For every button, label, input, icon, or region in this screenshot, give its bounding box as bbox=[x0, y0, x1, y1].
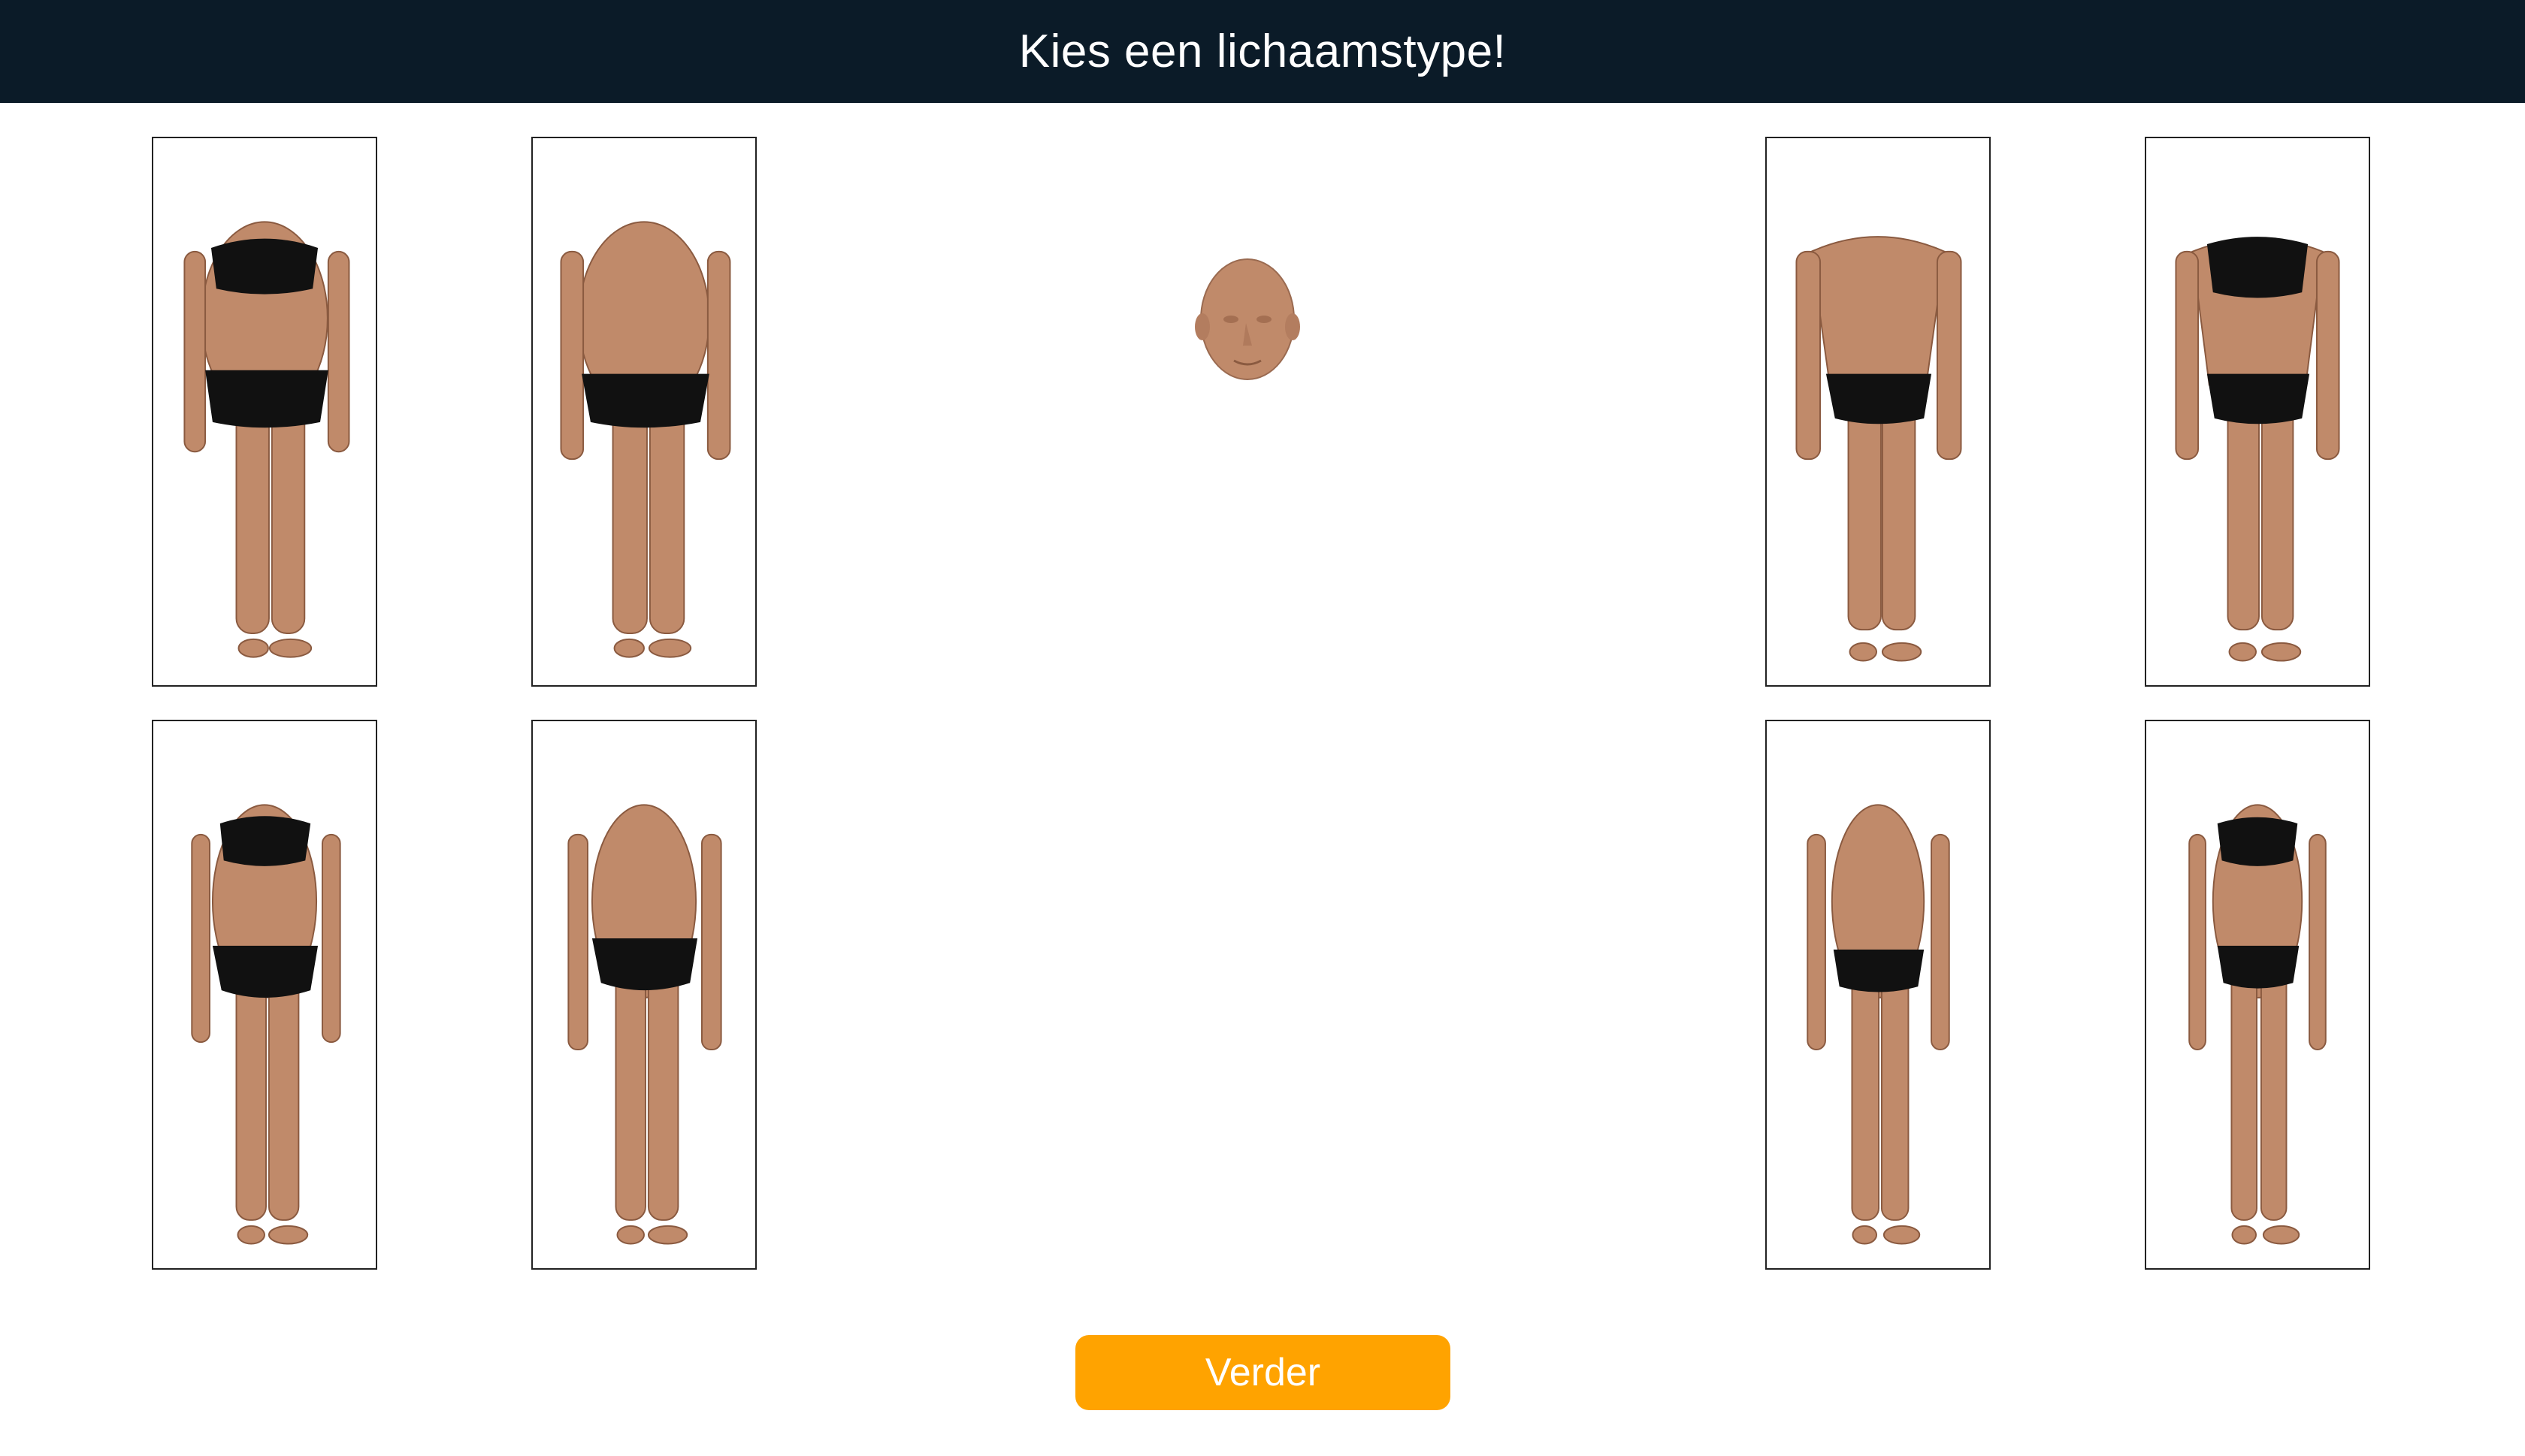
header-bar: Kies een lichaamstype! bbox=[0, 0, 2525, 103]
male-heavy-figure-icon bbox=[560, 221, 731, 658]
continue-button[interactable]: Verder bbox=[1075, 1335, 1450, 1410]
body-type-male-slim[interactable] bbox=[1765, 720, 1991, 1270]
male-muscular-figure-icon bbox=[1795, 236, 1962, 662]
body-type-female-average[interactable] bbox=[152, 720, 377, 1270]
female-average-figure-icon bbox=[191, 804, 341, 1245]
body-type-male-heavy[interactable] bbox=[531, 137, 757, 687]
body-type-female-muscular[interactable] bbox=[2145, 137, 2370, 687]
head-preview-icon bbox=[1195, 258, 1300, 380]
female-heavy-figure-icon bbox=[183, 221, 350, 658]
head-preview bbox=[1187, 248, 1308, 398]
male-average-figure-icon bbox=[567, 804, 722, 1245]
female-slim-figure-icon bbox=[2188, 804, 2327, 1245]
body-type-female-heavy[interactable] bbox=[152, 137, 377, 687]
body-type-female-slim[interactable] bbox=[2145, 720, 2370, 1270]
male-slim-figure-icon bbox=[1807, 804, 1950, 1245]
page-title: Kies een lichaamstype! bbox=[1018, 26, 1507, 77]
female-muscular-figure-icon bbox=[2175, 237, 2340, 662]
body-type-male-average[interactable] bbox=[531, 720, 757, 1270]
body-type-male-muscular[interactable] bbox=[1765, 137, 1991, 687]
